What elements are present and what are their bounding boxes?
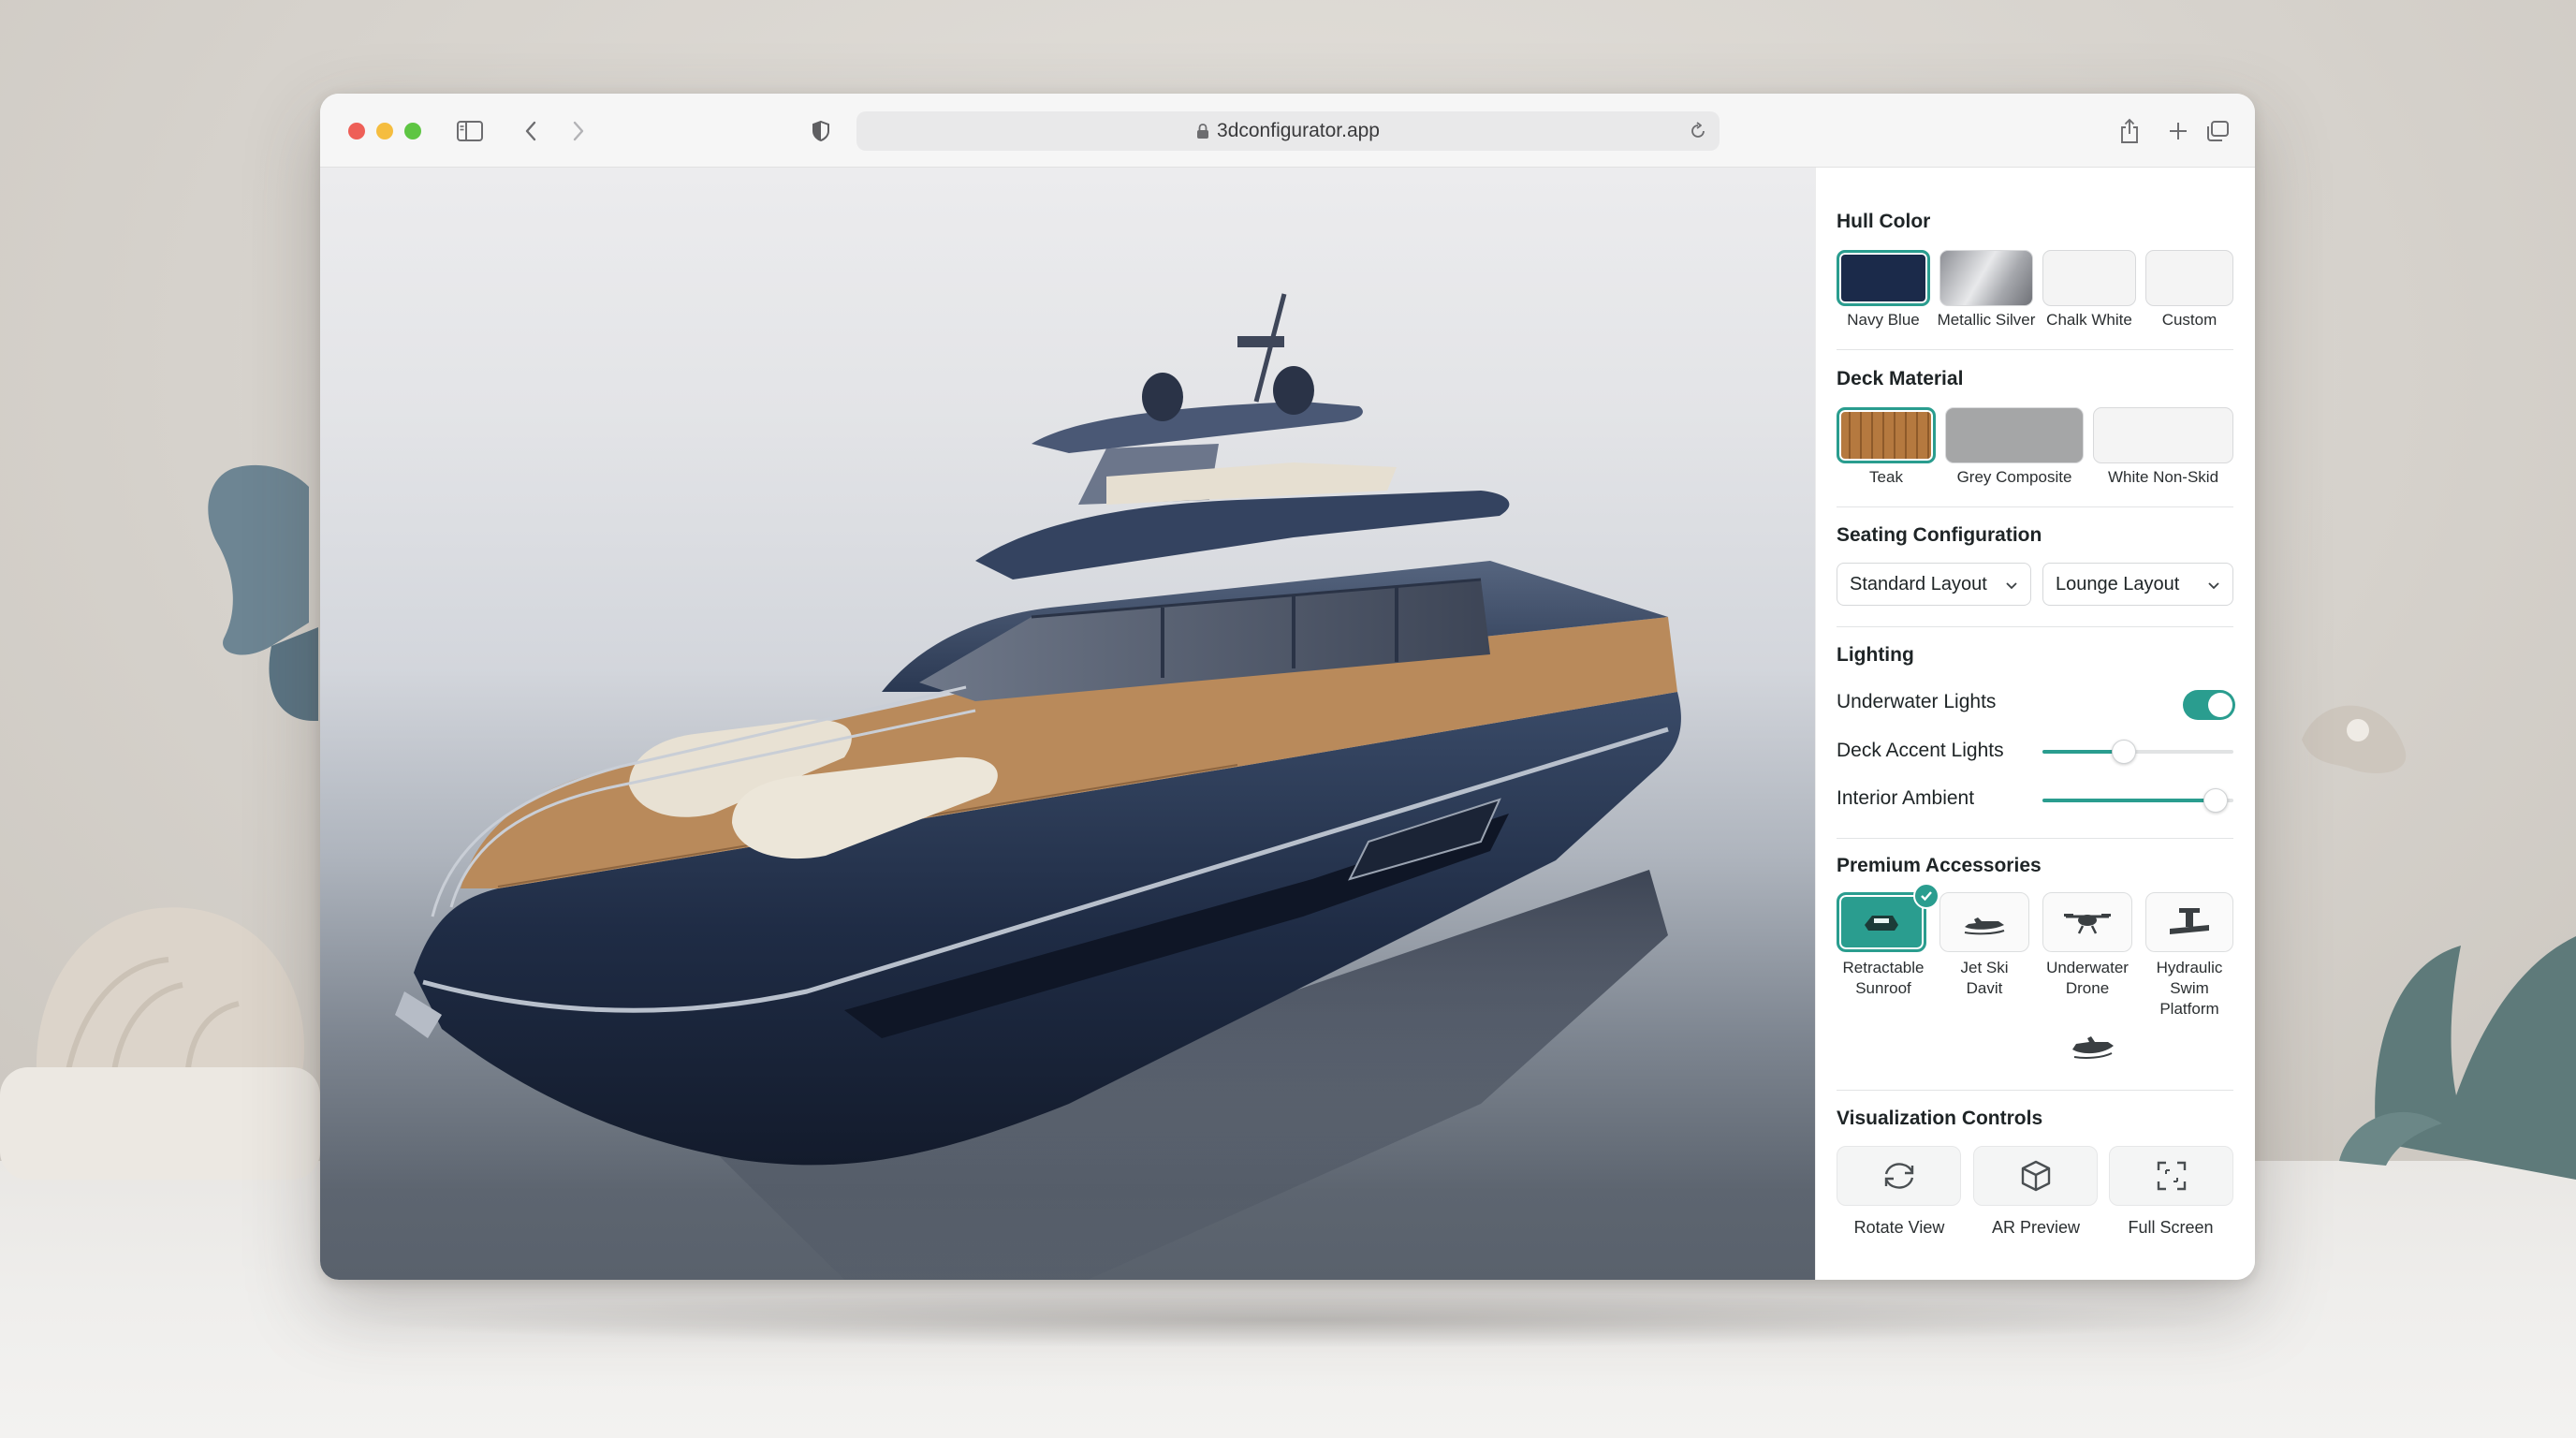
accessory-label: Jet Ski Davit: [1933, 958, 2036, 999]
full-screen-button[interactable]: [2109, 1146, 2233, 1206]
accessory-label-line: Platform: [2159, 1000, 2219, 1018]
viz-label: Rotate View: [1853, 1218, 1945, 1237]
accessory-label-line: Drone: [2065, 979, 2110, 997]
rotate-view-button[interactable]: [1837, 1146, 1961, 1206]
zoom-window-button[interactable]: [404, 123, 421, 139]
divider: [1837, 349, 2233, 350]
seating-title: Seating Configuration: [1837, 524, 2042, 546]
accessory-label-line: Jet Ski: [1960, 959, 2009, 976]
dropdown-value: Lounge Layout: [2056, 573, 2180, 594]
underwater-lights-toggle[interactable]: [2183, 690, 2235, 720]
dropdown-value: Standard Layout: [1850, 573, 1987, 594]
seating-dropdown-lounge[interactable]: Lounge Layout: [2042, 563, 2233, 606]
share-icon[interactable]: [2111, 112, 2148, 150]
toggle-knob: [2208, 693, 2232, 717]
visualization-controls-title: Visualization Controls: [1837, 1108, 2043, 1129]
chevron-down-icon: [2006, 582, 2017, 590]
drone-icon: [2064, 914, 2111, 934]
accessory-hydraulic-swim-platform[interactable]: [2145, 892, 2233, 952]
swim-platform-icon: [2170, 908, 2209, 934]
deck-accent-lights-label: Deck Accent Lights: [1837, 740, 2004, 761]
swatch-label: Grey Composite: [1956, 468, 2072, 486]
deck-material-title: Deck Material: [1837, 368, 1964, 389]
hull-color-title: Hull Color: [1837, 211, 1931, 232]
accessory-label: Hydraulic Swim Platform: [2138, 958, 2241, 1020]
address-bar[interactable]: 3dconfigurator.app: [856, 111, 1720, 151]
back-icon[interactable]: [512, 112, 549, 150]
accessory-retractable-sunroof[interactable]: [1837, 892, 1926, 952]
divider: [1837, 626, 2233, 627]
reload-icon[interactable]: [1688, 121, 1708, 141]
minimize-window-button[interactable]: [376, 123, 393, 139]
accessory-label: Underwater Drone: [2036, 958, 2139, 999]
viz-label: AR Preview: [1991, 1218, 2081, 1237]
slider-thumb[interactable]: [2203, 788, 2228, 813]
sidebar-toggle-icon[interactable]: [451, 112, 489, 150]
swatch-label: Metallic Silver: [1937, 311, 2036, 329]
browser-window: 3dconfigurator.app Hull Color Navy Blue …: [320, 94, 2255, 1280]
deck-accent-slider[interactable]: [2042, 740, 2233, 764]
swatch-label: White Non-Skid: [2107, 468, 2219, 486]
swatch-teak[interactable]: [1837, 407, 1936, 463]
accessory-label-line: Sunroof: [1855, 979, 1911, 997]
cube-icon: [2021, 1160, 2050, 1192]
tender-boat-icon[interactable]: [2067, 1027, 2123, 1061]
swatch-white-non-skid[interactable]: [2093, 407, 2233, 463]
browser-toolbar: 3dconfigurator.app: [320, 94, 2255, 168]
3d-viewport[interactable]: [320, 168, 1815, 1280]
swatch-chalk-white[interactable]: [2042, 250, 2136, 306]
right-decor: [2302, 705, 2576, 1180]
swatch-label: Custom: [2161, 311, 2217, 329]
configuration-panel: Hull Color Navy Blue Metallic Silver Cha…: [1815, 168, 2255, 1280]
swatch-label: Teak: [1869, 468, 1903, 486]
lock-icon: [1197, 124, 1209, 139]
sunroof-icon: [1865, 916, 1898, 931]
underwater-lights-label: Underwater Lights: [1837, 691, 1997, 712]
ar-preview-button[interactable]: [1973, 1146, 2098, 1206]
slider-fill: [2042, 750, 2123, 754]
interior-ambient-slider[interactable]: [2042, 788, 2233, 813]
privacy-shield-icon[interactable]: [802, 112, 840, 150]
swatch-metallic-silver[interactable]: [1939, 250, 2033, 306]
interior-ambient-label: Interior Ambient: [1837, 787, 1975, 809]
swatch-grey-composite[interactable]: [1945, 407, 2084, 463]
accessory-label-line: Retractable: [1842, 959, 1925, 976]
forward-icon[interactable]: [560, 112, 597, 150]
yacht-model: [395, 293, 1681, 1280]
accessory-underwater-drone[interactable]: [2042, 892, 2132, 952]
viz-label: Full Screen: [2128, 1218, 2214, 1237]
accessory-label-line: Swim: [2170, 979, 2209, 997]
left-decor: [0, 464, 320, 1180]
accessory-label-line: Hydraulic: [2156, 959, 2223, 976]
fullscreen-icon: [2157, 1161, 2186, 1191]
lighting-title: Lighting: [1837, 644, 1914, 666]
close-window-button[interactable]: [348, 123, 365, 139]
divider: [1837, 506, 2233, 507]
slider-thumb[interactable]: [2111, 740, 2136, 764]
selected-check-icon: [1913, 883, 1939, 909]
accessory-label-line: Underwater: [2046, 959, 2129, 976]
swatch-label: Navy Blue: [1847, 311, 1920, 329]
jet-ski-icon: [1964, 917, 2005, 935]
accessory-jet-ski-davit[interactable]: [1939, 892, 2029, 952]
premium-accessories-title: Premium Accessories: [1837, 855, 2042, 876]
url-text: 3dconfigurator.app: [1217, 120, 1380, 141]
divider: [1837, 838, 2233, 839]
accessory-label-line: Davit: [1966, 979, 2003, 997]
rotate-icon: [1884, 1163, 1913, 1189]
swatch-label: Chalk White: [2046, 311, 2132, 329]
tab-overview-icon[interactable]: [2199, 112, 2236, 150]
chevron-down-icon: [2208, 582, 2219, 590]
swatch-navy-blue[interactable]: [1837, 250, 1930, 306]
divider: [1837, 1090, 2233, 1091]
seating-dropdown-standard[interactable]: Standard Layout: [1837, 563, 2031, 606]
accessory-label: Retractable Sunroof: [1832, 958, 1935, 999]
swatch-custom[interactable]: [2145, 250, 2233, 306]
new-tab-icon[interactable]: [2159, 112, 2197, 150]
window-shadow: [356, 1292, 2228, 1348]
slider-fill: [2042, 799, 2215, 802]
